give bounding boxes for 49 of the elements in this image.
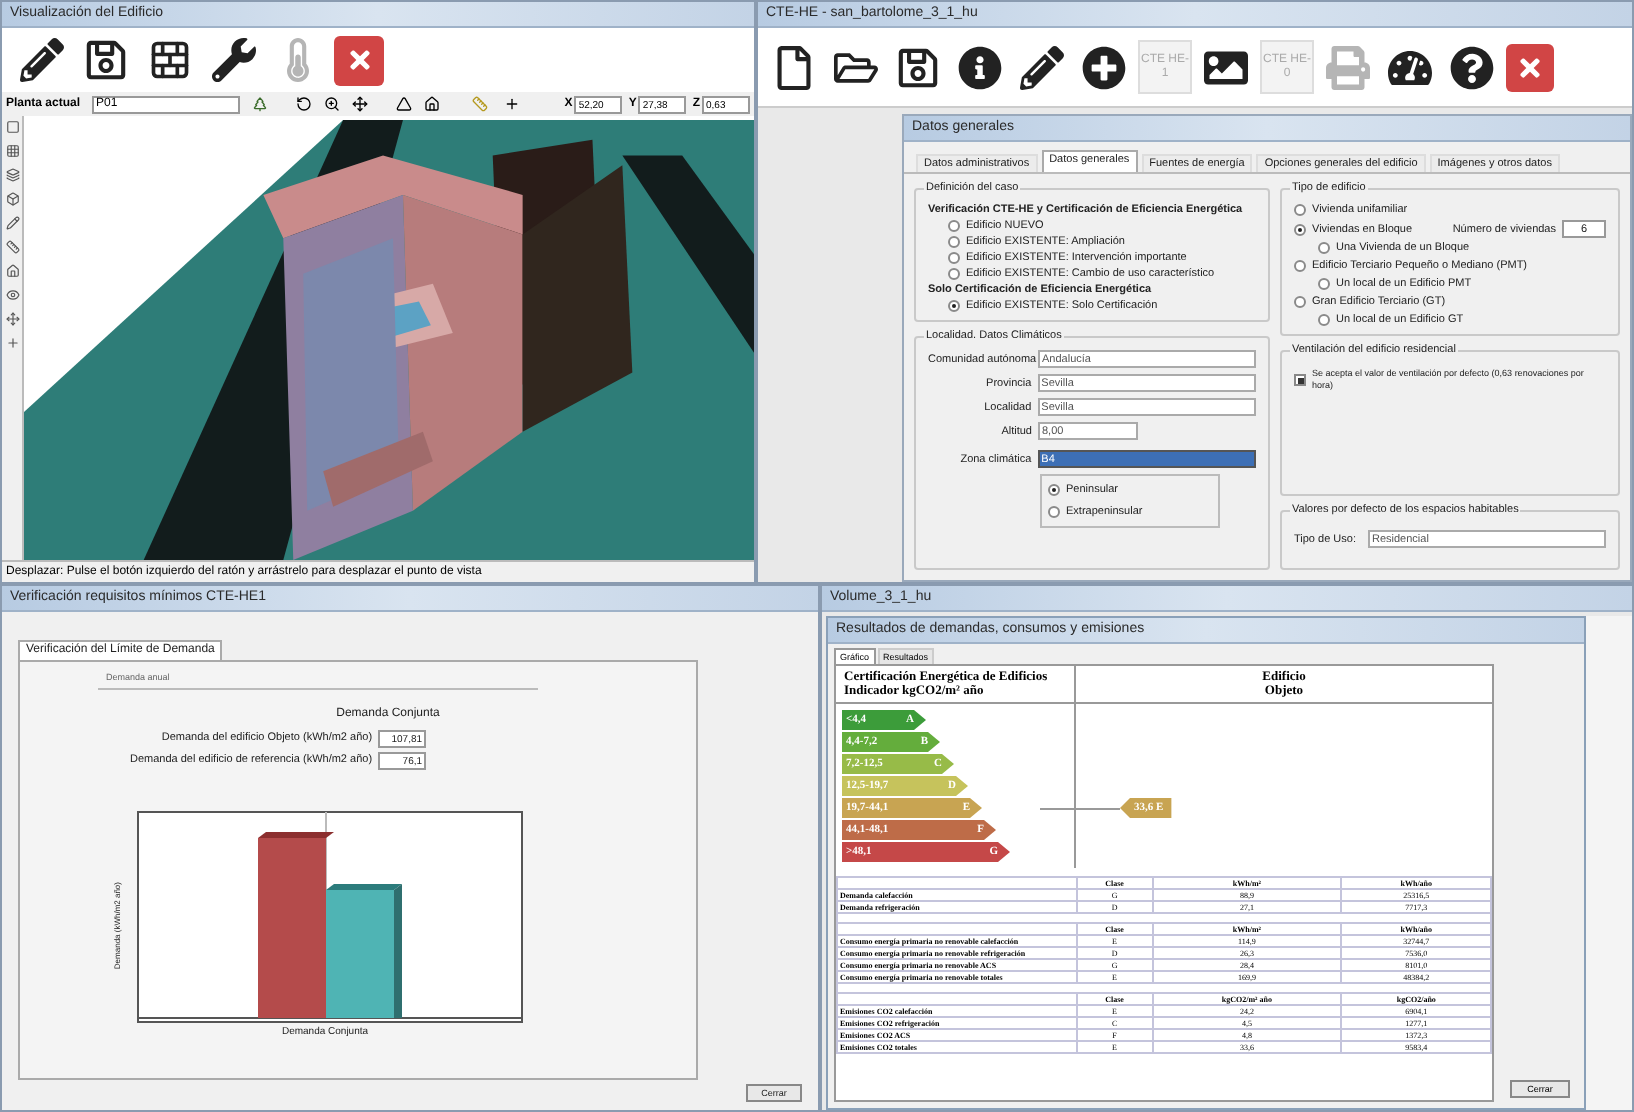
close-button[interactable] (1506, 43, 1554, 91)
pencil-icon (1020, 45, 1064, 89)
info-icon (958, 45, 1002, 89)
triangle-icon[interactable] (396, 96, 413, 112)
radio-button[interactable] (1048, 506, 1060, 518)
square-icon[interactable] (5, 120, 19, 134)
radio-button[interactable] (1294, 296, 1306, 308)
pencil-icon[interactable] (5, 216, 19, 230)
eye-icon[interactable] (5, 288, 19, 302)
add-icon (1082, 45, 1126, 89)
new-file-icon (772, 45, 816, 89)
radio-button[interactable] (1318, 242, 1330, 254)
rotate-icon[interactable] (296, 96, 313, 112)
wrench-icon (212, 38, 256, 82)
radio-button[interactable] (948, 268, 960, 280)
house-icon[interactable] (424, 96, 441, 112)
save-icon (84, 38, 128, 82)
close-icon (1516, 53, 1544, 81)
pencil-icon (20, 38, 64, 82)
radio-button[interactable] (1048, 484, 1060, 496)
radio-button[interactable] (1318, 278, 1330, 290)
radio-button[interactable] (948, 252, 960, 264)
radio-button[interactable] (1294, 223, 1306, 235)
radio-button[interactable] (1294, 204, 1306, 216)
radio-button[interactable] (1294, 260, 1306, 272)
plus-icon[interactable] (504, 96, 521, 112)
brick-wall-icon (148, 38, 192, 82)
save-icon (896, 45, 940, 89)
tree-icon[interactable] (252, 96, 269, 112)
help-icon (1450, 45, 1494, 89)
radio-button[interactable] (948, 220, 960, 232)
layers-icon[interactable] (5, 168, 19, 182)
grid-icon[interactable] (5, 144, 19, 158)
wrench-button[interactable] (206, 32, 262, 88)
move-icon[interactable] (352, 96, 369, 112)
radio-button[interactable] (948, 236, 960, 248)
radio-button[interactable] (1318, 314, 1330, 326)
printer-icon (1326, 45, 1370, 89)
close-button[interactable] (334, 35, 384, 85)
zoom-icon[interactable] (324, 96, 341, 112)
pencil-button[interactable] (14, 32, 70, 88)
move-icon[interactable] (5, 312, 19, 326)
ruler-icon[interactable] (5, 240, 19, 254)
checkbox[interactable] (1294, 374, 1306, 386)
radio-button[interactable] (948, 300, 960, 312)
close-icon (345, 46, 373, 74)
gauge-icon (1388, 45, 1432, 89)
box-icon[interactable] (5, 192, 19, 206)
chart-bar (325, 884, 401, 1018)
